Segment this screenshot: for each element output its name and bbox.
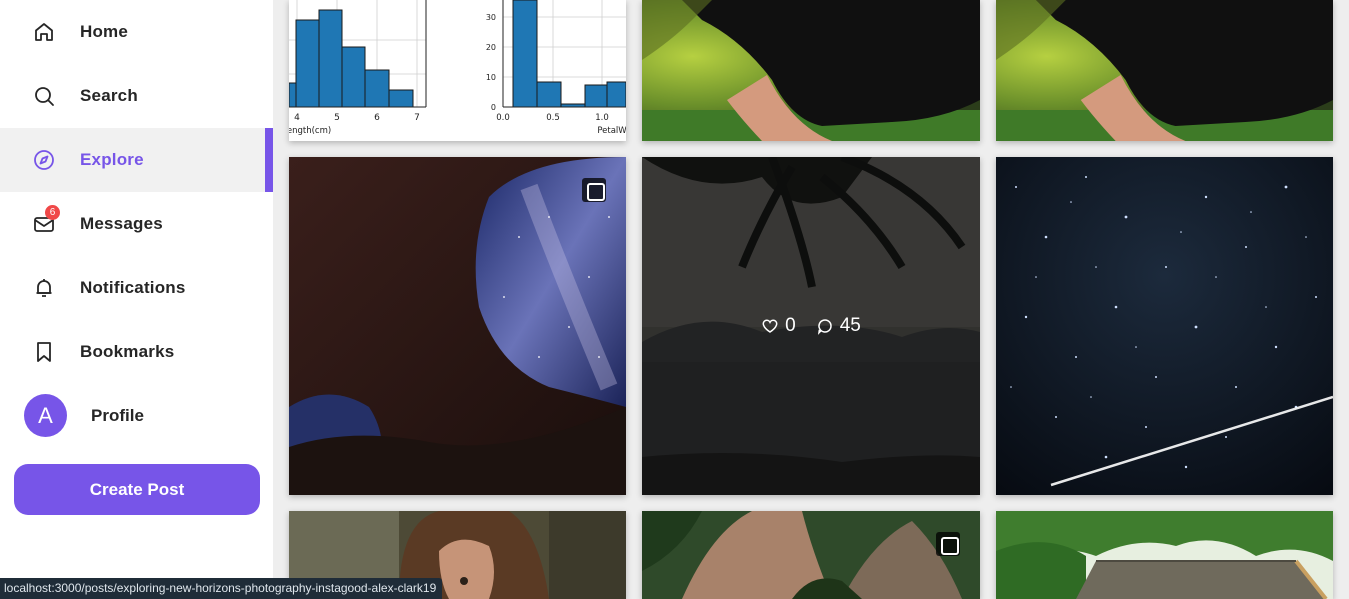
chart-tick-label: 20	[486, 43, 496, 52]
chart-tick-label: 7	[414, 113, 420, 123]
chart-tick-label: 0.5	[546, 113, 560, 123]
search-icon	[32, 84, 56, 108]
post-tile-chart[interactable]: 4 5 6 7 ength(cm) 0 10 20 30 0.0 0.5 1.0…	[289, 0, 626, 141]
post-tile-canyon[interactable]	[289, 157, 626, 495]
chart-axis-label: ength(cm)	[289, 126, 331, 136]
message-count-badge: 6	[45, 205, 60, 220]
sidebar-item-label: Bookmarks	[80, 342, 175, 361]
sidebar-item-explore[interactable]: Explore	[0, 128, 273, 192]
comment-icon	[817, 319, 832, 335]
chart-axis-label: PetalW	[597, 126, 626, 136]
sidebar-item-messages[interactable]: 6 Messages	[0, 192, 273, 256]
multiple-images-icon	[582, 178, 606, 202]
post-tile-person-2[interactable]	[996, 0, 1333, 141]
post-tile-lake[interactable]: 0 45	[642, 157, 980, 495]
photo-starfield-meteor	[996, 157, 1333, 495]
browser-status-bar: localhost:3000/posts/exploring-new-horiz…	[0, 578, 443, 599]
chart-tick-label: 10	[486, 73, 496, 82]
sidebar: Home Search Explore 6 Messages Notificat…	[0, 0, 273, 599]
photo-person-black-shirt	[996, 0, 1333, 141]
bookmark-icon	[32, 340, 56, 364]
comments-stat: 45	[816, 315, 861, 337]
chart-tick-label: 30	[486, 13, 496, 22]
sidebar-item-label: Notifications	[80, 278, 186, 297]
sidebar-item-label: Messages	[80, 214, 163, 233]
chart-tick-label: 4	[294, 113, 300, 123]
sidebar-item-label: Explore	[80, 150, 144, 169]
chart-tick-label: 0.0	[496, 113, 510, 123]
sidebar-item-search[interactable]: Search	[0, 64, 273, 128]
avatar[interactable]: A	[24, 394, 67, 437]
photo-person-black-shirt	[642, 0, 980, 141]
create-post-button[interactable]: Create Post	[14, 464, 260, 515]
mail-icon: 6	[32, 205, 60, 236]
sidebar-item-profile[interactable]: Profile	[91, 406, 144, 426]
heart-icon	[762, 319, 778, 333]
bell-icon	[32, 276, 56, 300]
likes-count: 0	[785, 315, 796, 336]
photo-house-roof-trees	[996, 511, 1333, 599]
comments-count: 45	[839, 315, 861, 336]
chart-tick-label: 6	[374, 113, 380, 123]
sidebar-item-bookmarks[interactable]: Bookmarks	[0, 320, 273, 384]
post-tile-house[interactable]	[996, 511, 1333, 599]
home-icon	[32, 20, 56, 44]
chart-tick-label: 1.0	[595, 113, 609, 123]
post-tile-starfield[interactable]	[996, 157, 1333, 495]
chart-tick-label: 5	[334, 113, 340, 123]
compass-icon	[32, 148, 56, 172]
sidebar-item-label: Search	[80, 86, 138, 105]
post-hover-overlay: 0 45	[642, 157, 980, 495]
sidebar-item-notifications[interactable]: Notifications	[0, 256, 273, 320]
multiple-images-icon	[936, 532, 960, 556]
chart-tick-label: 0	[491, 103, 496, 112]
photo-canyon-milky-way	[289, 157, 626, 495]
post-tile-mountain[interactable]	[642, 511, 980, 599]
post-tile-person-1[interactable]	[642, 0, 980, 141]
sidebar-item-label: Home	[80, 22, 129, 41]
histogram-image: 4 5 6 7 ength(cm) 0 10 20 30 0.0 0.5 1.0…	[289, 0, 626, 141]
photo-forest-cliffs	[642, 511, 980, 599]
sidebar-item-home[interactable]: Home	[0, 0, 273, 64]
likes-stat: 0	[761, 315, 796, 337]
